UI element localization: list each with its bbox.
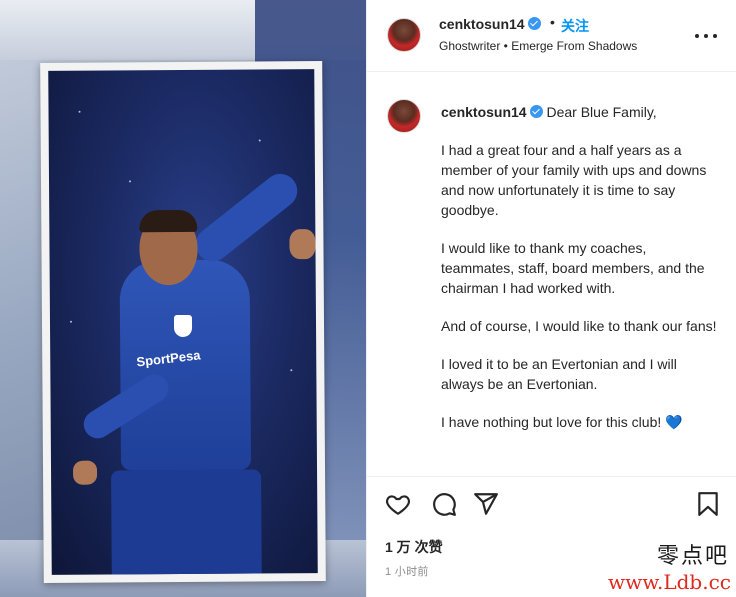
dot	[704, 34, 708, 38]
caption-text: cenktosun14 Dear Blue Family, I had a gr…	[441, 102, 723, 432]
caption-paragraph: I would like to thank my coaches, teamma…	[441, 240, 705, 296]
polaroid-frame: SportPesa	[40, 61, 326, 583]
dot	[695, 34, 699, 38]
sparkle	[258, 139, 261, 142]
verified-badge-icon	[527, 17, 541, 30]
post-side-panel: cenktosun14 • 关注 Ghostwriter • Emerge Fr…	[366, 0, 736, 597]
watermark-chinese: 零点吧	[656, 544, 729, 569]
caption-paragraph: I had a great four and a half years as a…	[441, 142, 707, 218]
player-hair	[139, 209, 198, 233]
caption-paragraph: I loved it to be an Evertonian and I wil…	[441, 356, 677, 392]
player-hand	[289, 229, 316, 260]
comment-icon[interactable]	[431, 491, 457, 517]
send-icon[interactable]	[473, 491, 499, 517]
watermark-url: www.Ldb.cc	[608, 570, 731, 594]
likes-count[interactable]: 1 万 次赞	[385, 537, 443, 557]
player-hand	[72, 460, 98, 485]
caption-paragraph: I have nothing but love for this club! 💙	[441, 414, 683, 430]
caption-paragraph: And of course, I would like to thank our…	[441, 318, 717, 334]
dot	[713, 34, 717, 38]
audio-track-link[interactable]: Ghostwriter • Emerge From Shadows	[439, 39, 637, 53]
caption-avatar[interactable]	[387, 99, 421, 133]
action-bar	[367, 476, 736, 532]
player-photo: SportPesa	[48, 69, 318, 575]
sparkle	[129, 180, 132, 183]
caption-first-line: cenktosun14 Dear Blue Family,	[441, 102, 723, 122]
player-shorts	[111, 469, 262, 575]
player-arm	[188, 167, 305, 269]
sparkle	[78, 110, 81, 113]
caption-paragraph: Dear Blue Family,	[546, 104, 657, 120]
more-options-icon[interactable]	[695, 26, 717, 46]
header-username-row[interactable]: cenktosun14	[439, 16, 541, 32]
post-timestamp[interactable]: 1 小时前	[385, 563, 429, 579]
verified-badge-icon	[529, 105, 543, 118]
bookmark-icon[interactable]	[695, 491, 721, 517]
caption-username[interactable]: cenktosun14	[441, 104, 527, 120]
header-separator: •	[550, 14, 555, 30]
club-crest	[173, 314, 193, 338]
header-username[interactable]: cenktosun14	[439, 16, 525, 32]
heart-icon[interactable]	[385, 491, 411, 517]
caption-section: cenktosun14 Dear Blue Family, I had a gr…	[367, 73, 736, 473]
avatar[interactable]	[387, 18, 421, 52]
sparkle	[290, 369, 293, 372]
sparkle	[69, 320, 73, 323]
post-header: cenktosun14 • 关注 Ghostwriter • Emerge Fr…	[367, 0, 736, 72]
watermark: 零点吧 www.Ldb.cc	[607, 544, 736, 594]
follow-button[interactable]: 关注	[561, 16, 589, 36]
post-media[interactable]: SportPesa	[0, 0, 366, 597]
